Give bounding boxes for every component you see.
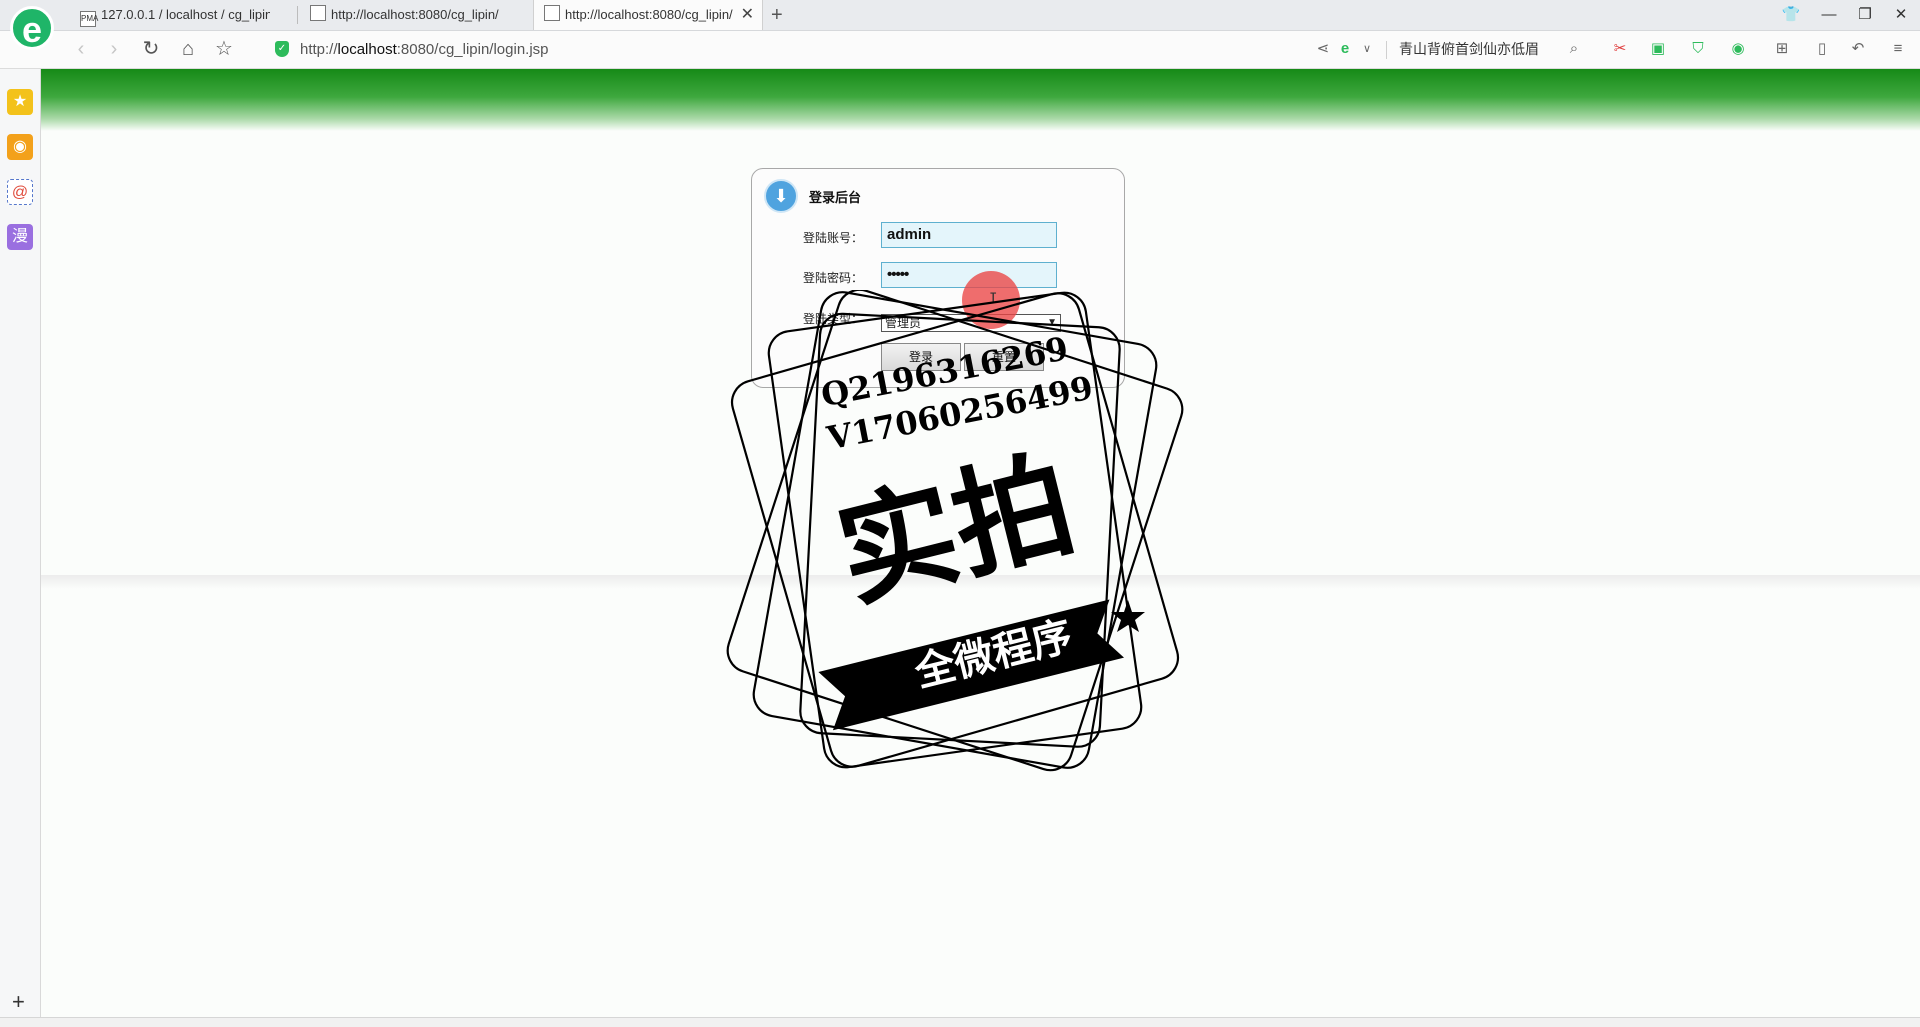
home-button[interactable]: ⌂ — [175, 36, 201, 62]
translate-icon[interactable]: ▣ — [1648, 39, 1668, 59]
sidebar-add-button[interactable]: + — [12, 991, 25, 1013]
undo-icon[interactable]: ↶ — [1848, 39, 1868, 59]
tablet-icon[interactable]: ▯ — [1812, 39, 1832, 59]
text-cursor-icon: I — [989, 291, 998, 307]
minimize-button[interactable]: — — [1814, 0, 1844, 30]
login-title: 登录后台 — [809, 190, 862, 205]
weibo-icon[interactable]: ◉ — [7, 134, 33, 160]
reset-button[interactable]: 重置 — [964, 343, 1044, 371]
tab-divider — [297, 6, 298, 24]
login-button[interactable]: 登录 — [881, 343, 961, 371]
back-button[interactable]: ‹ — [68, 36, 94, 62]
page-icon — [310, 5, 326, 21]
account-input[interactable]: admin — [881, 222, 1057, 248]
page-icon — [544, 5, 560, 21]
security-shield-icon[interactable]: ✓ — [275, 41, 289, 57]
close-window-button[interactable]: ✕ — [1886, 0, 1916, 30]
tab-label: http://localhost:8080/cg_lipin/ — [331, 7, 499, 22]
browser-logo-icon[interactable]: e — [10, 6, 54, 50]
game-controller-icon[interactable]: ◉ — [1728, 39, 1748, 59]
shield-money-icon[interactable]: ⛉ — [1688, 39, 1708, 59]
search-box[interactable]: 青山背俯首剑仙亦低眉 — [1399, 31, 1539, 68]
chevron-down-icon[interactable]: ∨ — [1357, 39, 1377, 59]
phpmyadmin-icon: PMA — [80, 11, 98, 27]
footer-shade — [41, 575, 1920, 589]
arrow-down-icon: ⬇ — [764, 179, 798, 213]
tab-phpmyadmin[interactable]: PMA 127.0.0.1 / localhost / cg_lipin — [80, 0, 270, 30]
chevron-down-icon: ▼ — [1047, 317, 1057, 328]
scissors-icon[interactable]: ✂ — [1610, 39, 1630, 59]
comic-icon[interactable]: 漫 — [7, 224, 33, 250]
new-tab-button[interactable]: + — [771, 0, 783, 30]
search-icon[interactable]: ⌕ — [1564, 39, 1584, 59]
share-icon[interactable]: ⋖ — [1313, 39, 1333, 59]
reload-button[interactable]: ↻ — [138, 36, 164, 62]
url-field[interactable]: http://localhost:8080/cg_lipin/login.jsp — [300, 31, 549, 68]
forward-button[interactable]: › — [101, 36, 127, 62]
skin-icon[interactable]: 👕 — [1776, 0, 1806, 30]
toolbar-divider — [1386, 41, 1387, 59]
apps-grid-icon[interactable]: ⊞ — [1772, 39, 1792, 59]
menu-icon[interactable]: ≡ — [1888, 39, 1908, 59]
tab-label: 127.0.0.1 / localhost / cg_lipin — [101, 7, 270, 22]
sidebar: ★ ◉ @ 漫 + — [0, 69, 41, 1017]
close-tab-icon[interactable]: ✕ — [741, 0, 754, 30]
login-panel: ⬇ 登录后台 登陆账号： admin 登陆密码： ••••• 登陆类型： 管理员… — [751, 168, 1125, 388]
tab-localhost-1[interactable]: http://localhost:8080/cg_lipin/ — [310, 0, 500, 30]
login-type-label: 登陆类型： — [803, 312, 864, 326]
tab-localhost-active[interactable]: http://localhost:8080/cg_lipin/ ✕ — [533, 0, 763, 30]
restore-button[interactable]: ❐ — [1850, 0, 1880, 30]
mail-icon[interactable]: @ — [7, 179, 33, 205]
tab-bar: PMA 127.0.0.1 / localhost / cg_lipin http… — [0, 0, 1920, 31]
browser-mode-icon[interactable]: e — [1335, 39, 1355, 59]
favorites-star-icon[interactable]: ★ — [7, 89, 33, 115]
password-label: 登陆密码： — [803, 271, 864, 285]
tab-label: http://localhost:8080/cg_lipin/ — [565, 7, 733, 22]
bookmark-star-button[interactable]: ☆ — [211, 36, 237, 62]
address-bar: ‹ › ↻ ⌂ ☆ ✓ http://localhost:8080/cg_lip… — [0, 31, 1920, 69]
account-label: 登陆账号： — [803, 231, 864, 245]
header-banner — [41, 69, 1920, 131]
